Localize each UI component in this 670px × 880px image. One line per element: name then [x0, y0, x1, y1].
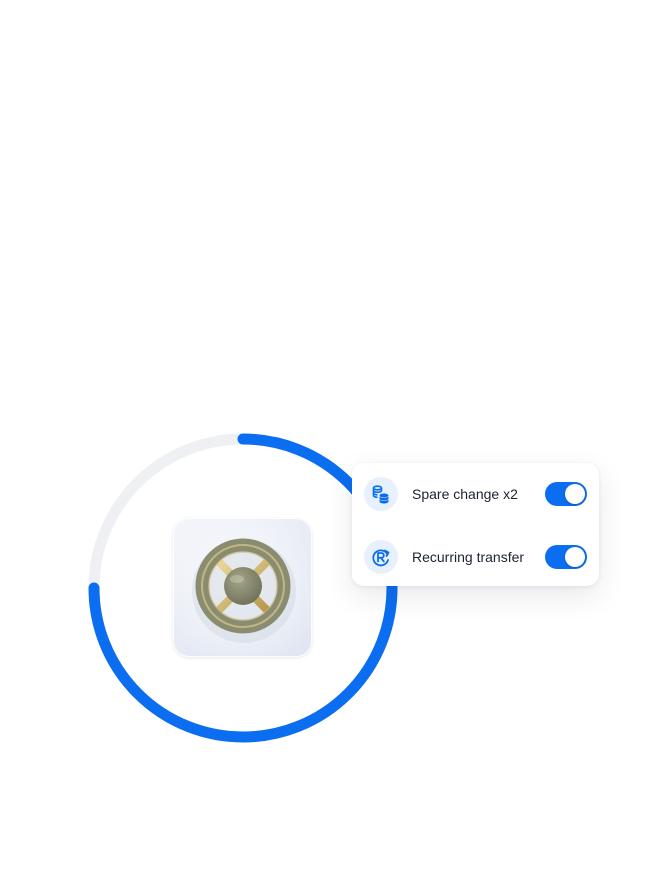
setting-label-spare-change: Spare change x2	[412, 486, 518, 502]
savings-progress-ring	[88, 433, 398, 743]
spare-change-toggle[interactable]	[545, 482, 587, 506]
savings-rules-card: Spare change x2 Recurring transfer	[352, 463, 599, 586]
setting-row-spare-change: Spare change x2	[352, 471, 599, 517]
setting-label-recurring-transfer: Recurring transfer	[412, 549, 525, 565]
vault-wheel-icon	[173, 518, 312, 657]
recurring-transfer-icon	[364, 540, 398, 574]
vault-tile	[173, 518, 312, 657]
toggle-knob	[565, 547, 585, 567]
recurring-transfer-toggle[interactable]	[545, 545, 587, 569]
coins-stack-icon	[364, 477, 398, 511]
setting-row-recurring-transfer: Recurring transfer	[352, 534, 599, 580]
toggle-knob	[565, 484, 585, 504]
